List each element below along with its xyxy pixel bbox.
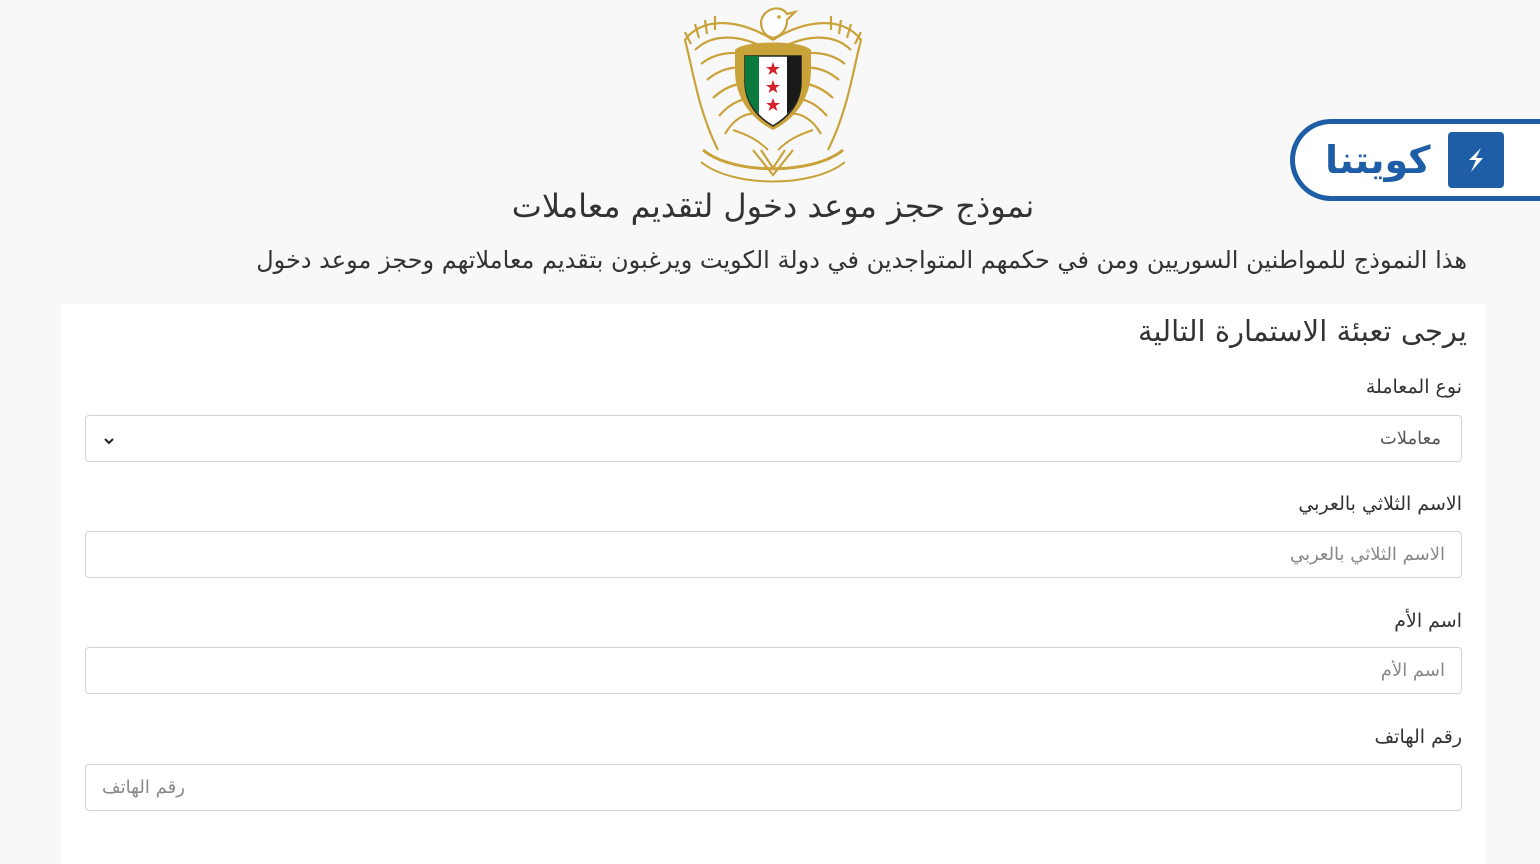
brand-name: كويتنا <box>1325 138 1431 182</box>
full-name-input[interactable] <box>85 531 1462 578</box>
transaction-type-select[interactable]: معاملات <box>85 415 1462 462</box>
chevron-down-icon <box>102 432 116 446</box>
mother-name-input[interactable] <box>85 647 1462 694</box>
transaction-type-selected: معاملات <box>1379 428 1441 449</box>
page-title: نموذج حجز موعد دخول لتقديم معاملات <box>511 187 1035 225</box>
full-name-label: الاسم الثلاثي بالعربي <box>1298 493 1462 515</box>
syrian-eagle-emblem-icon <box>673 0 873 190</box>
form-heading: يرجى تعبئة الاستمارة التالية <box>1138 314 1467 348</box>
appointment-form: يرجى تعبئة الاستمارة التالية نوع المعامل… <box>61 304 1486 864</box>
lightning-bolt-icon <box>1448 132 1505 188</box>
phone-input[interactable] <box>85 764 1462 811</box>
phone-label: رقم الهاتف <box>1374 726 1462 748</box>
page-description: هذا النموذج للمواطنين السوريين ومن في حك… <box>256 246 1467 274</box>
mother-name-label: اسم الأم <box>1394 610 1462 632</box>
transaction-type-label: نوع المعاملة <box>1365 376 1462 398</box>
